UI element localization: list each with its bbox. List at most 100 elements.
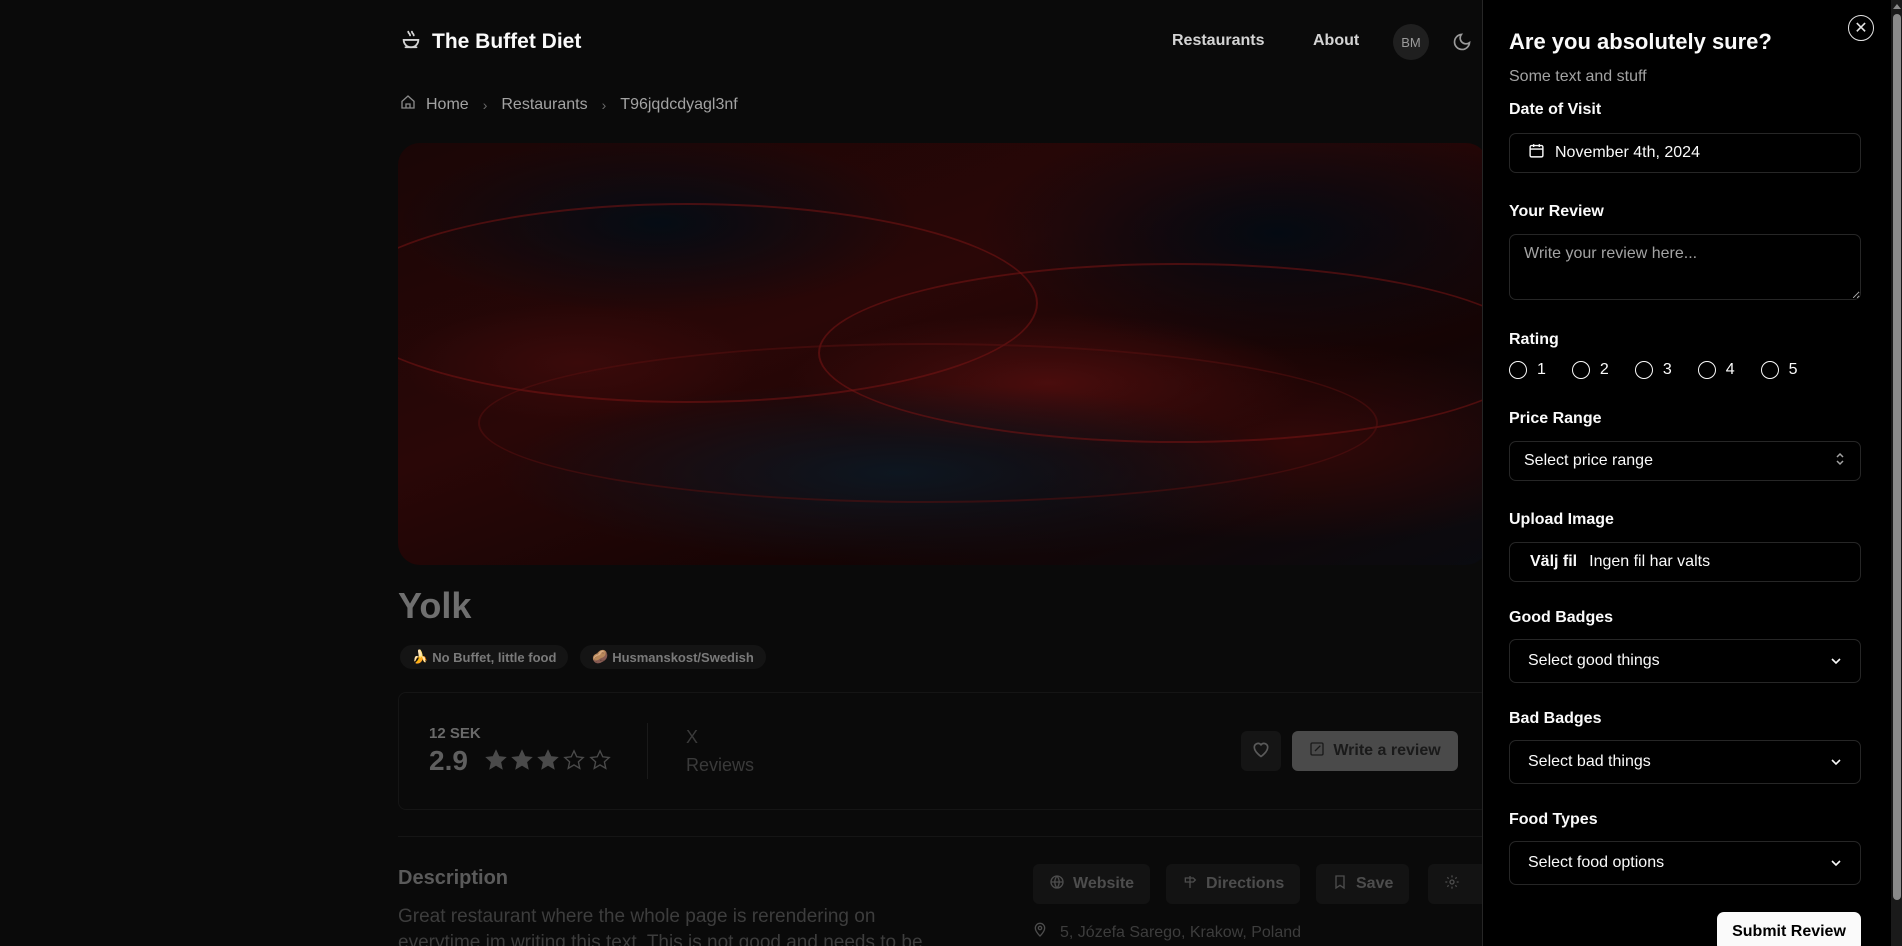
bowl-icon xyxy=(400,28,422,55)
star-icon xyxy=(563,749,585,776)
radio-circle-icon xyxy=(1697,361,1716,379)
bookmark-icon xyxy=(1332,874,1348,895)
chevron-down-icon xyxy=(1830,753,1842,771)
rating-option-3[interactable]: 3 xyxy=(1634,361,1672,379)
rating-option-label: 4 xyxy=(1725,361,1735,378)
nav-restaurants[interactable]: Restaurants xyxy=(1172,32,1264,50)
review-label: Your Review xyxy=(1509,203,1604,220)
write-review-label: Write a review xyxy=(1333,742,1441,759)
date-picker[interactable]: November 4th, 2024 xyxy=(1509,133,1861,173)
close-icon: ✕ xyxy=(1854,20,1868,37)
calendar-icon xyxy=(1528,142,1545,164)
rating-option-5[interactable]: 5 xyxy=(1760,361,1798,379)
bread-icon: 🥔 xyxy=(592,649,609,664)
food-types-label: Food Types xyxy=(1509,811,1598,828)
reviews-label: Reviews xyxy=(686,755,755,775)
rating-option-4[interactable]: 4 xyxy=(1697,361,1735,379)
reviews-count: X xyxy=(686,727,699,747)
tag-badge: 🍌 No Buffet, little food xyxy=(400,645,569,669)
globe-icon xyxy=(1049,874,1065,895)
edit-icon xyxy=(1309,741,1325,762)
save-label: Save xyxy=(1356,875,1394,892)
write-review-button[interactable]: Write a review xyxy=(1292,731,1458,771)
favorite-button[interactable] xyxy=(1241,731,1281,771)
brand-logo[interactable]: The Buffet Diet xyxy=(400,28,581,55)
date-value: November 4th, 2024 xyxy=(1555,144,1700,161)
review-textarea[interactable] xyxy=(1509,234,1861,300)
hero-image xyxy=(398,143,1488,565)
bad-badges-select[interactable]: Select bad things xyxy=(1509,740,1861,784)
directions-button[interactable]: Directions xyxy=(1166,864,1301,904)
save-button[interactable]: Save xyxy=(1316,864,1410,904)
close-button[interactable]: ✕ xyxy=(1848,15,1874,41)
star-icon xyxy=(511,749,533,776)
rating-option-label: 2 xyxy=(1599,361,1609,378)
star-icon xyxy=(589,749,611,776)
website-label: Website xyxy=(1073,875,1135,892)
breadcrumb: Home › Restaurants › T96jqdcdyagl3nf xyxy=(400,94,738,115)
restaurant-name: Yolk xyxy=(398,585,472,626)
upload-label: Upload Image xyxy=(1509,511,1614,528)
banana-icon: 🍌 xyxy=(412,649,429,664)
price-range-label: Price Range xyxy=(1509,410,1602,427)
top-navigation: The Buffet Diet Restaurants About BM xyxy=(0,0,1482,84)
gear-icon xyxy=(1444,874,1460,895)
bad-badges-placeholder: Select bad things xyxy=(1528,753,1651,770)
choose-file-button[interactable]: Välj fil xyxy=(1530,553,1577,571)
rating-option-2[interactable]: 2 xyxy=(1571,361,1609,379)
radio-circle-icon xyxy=(1760,361,1779,379)
chevron-right-icon: › xyxy=(601,96,607,113)
scroll-up-icon[interactable] xyxy=(1893,4,1901,9)
good-badges-label: Good Badges xyxy=(1509,609,1614,626)
food-types-placeholder: Select food options xyxy=(1528,854,1665,871)
description-text: Great restaurant where the whole page is… xyxy=(398,906,923,946)
scrollbar[interactable] xyxy=(1891,0,1902,946)
directions-label: Directions xyxy=(1206,875,1285,892)
breadcrumb-restaurants[interactable]: Restaurants xyxy=(501,96,587,114)
breadcrumb-home[interactable]: Home xyxy=(426,96,469,114)
price-value: 12 SEK xyxy=(429,725,481,742)
file-status: Ingen fil har valts xyxy=(1589,553,1711,570)
rating-option-1[interactable]: 1 xyxy=(1509,361,1546,379)
theme-toggle-icon[interactable] xyxy=(1452,32,1472,57)
price-range-select[interactable]: Select price range xyxy=(1509,441,1861,481)
scrollbar-thumb[interactable] xyxy=(1893,14,1901,900)
nav-about[interactable]: About xyxy=(1313,32,1359,50)
date-label: Date of Visit xyxy=(1509,101,1602,118)
home-icon xyxy=(400,94,416,115)
tag-label: No Buffet, little food xyxy=(432,649,557,665)
food-types-select[interactable]: Select food options xyxy=(1509,841,1861,885)
submit-review-button[interactable]: Submit Review xyxy=(1717,912,1861,946)
rating-radio-group: 1 2 3 4 5 xyxy=(1509,361,1824,379)
map-pin-icon xyxy=(1032,922,1048,943)
bad-badges-label: Bad Badges xyxy=(1509,710,1602,727)
brand-name: The Buffet Diet xyxy=(432,29,582,53)
review-sheet: ✕ Are you absolutely sure? Some text and… xyxy=(1482,0,1902,946)
good-badges-placeholder: Select good things xyxy=(1528,652,1660,669)
good-badges-select[interactable]: Select good things xyxy=(1509,639,1861,683)
radio-circle-icon xyxy=(1571,361,1590,379)
rating-stars xyxy=(485,749,611,776)
sheet-subtitle: Some text and stuff xyxy=(1509,68,1647,85)
settings-button[interactable] xyxy=(1428,864,1482,904)
star-icon xyxy=(537,749,559,776)
rating-score: 2.9 xyxy=(429,745,468,776)
avatar[interactable]: BM xyxy=(1393,24,1429,60)
rating-option-label: 3 xyxy=(1662,361,1672,378)
website-button[interactable]: Website xyxy=(1033,864,1151,904)
rating-label: Rating xyxy=(1509,331,1559,348)
price-range-placeholder: Select price range xyxy=(1524,452,1653,469)
sheet-title: Are you absolutely sure? xyxy=(1509,29,1772,54)
file-input[interactable]: Välj fil Ingen fil har valts xyxy=(1509,542,1861,582)
divider xyxy=(647,723,648,779)
chevron-updown-icon xyxy=(1834,452,1846,471)
star-icon xyxy=(485,749,507,776)
tag-label: Husmanskost/Swedish xyxy=(612,649,754,665)
breadcrumb-current: T96jqdcdyagl3nf xyxy=(620,95,738,113)
address: 5, Józefa Sarego, Krakow, Poland xyxy=(1032,922,1301,943)
divider xyxy=(398,836,1488,837)
radio-circle-icon xyxy=(1634,361,1653,379)
heart-icon xyxy=(1251,739,1271,764)
radio-circle-icon xyxy=(1509,361,1527,379)
chevron-right-icon: › xyxy=(482,96,488,113)
